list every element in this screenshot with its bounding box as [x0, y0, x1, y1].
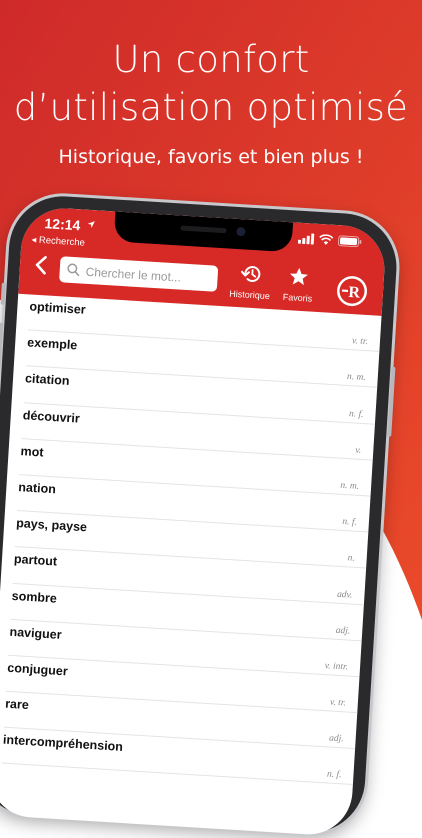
star-icon [288, 266, 309, 287]
search-input[interactable] [83, 261, 216, 291]
entry-part-of-speech: v. intr. [324, 661, 348, 672]
robert-logo-icon: R [338, 277, 366, 305]
promo-headline: Un confort d’utilisation optimisé [0, 36, 422, 132]
entry-word: rare [5, 697, 29, 712]
entry-word: citation [25, 372, 70, 389]
entry-word: nation [18, 480, 56, 496]
wifi-icon [319, 234, 334, 246]
back-button[interactable] [29, 250, 53, 279]
search-field[interactable] [59, 256, 218, 292]
logo-letter: R [348, 284, 361, 302]
favorites-button[interactable]: Favoris [274, 265, 322, 304]
entry-word: exemple [27, 336, 78, 353]
chevron-left-icon [34, 255, 47, 276]
entry-part-of-speech: v. tr. [330, 698, 347, 709]
history-button[interactable]: Historique [226, 262, 274, 301]
entry-part-of-speech: n. f. [349, 409, 364, 420]
entry-word: découvrir [22, 408, 80, 425]
entry-word: pays, payse [16, 516, 88, 534]
entry-part-of-speech: n. f. [327, 770, 342, 781]
search-icon [66, 263, 80, 277]
entry-part-of-speech: n. m. [347, 372, 366, 383]
entry-word: optimiser [29, 299, 86, 316]
entry-part-of-speech: v. [355, 445, 361, 455]
entry-word: intercompréhension [3, 733, 124, 754]
entry-word: mot [20, 444, 44, 459]
entry-part-of-speech: adj. [329, 734, 344, 745]
favorites-label: Favoris [274, 291, 321, 304]
entry-part-of-speech: adv. [337, 589, 353, 600]
phone-mockup: 12:14 ◂ Recherche [0, 193, 400, 836]
entry-part-of-speech: v. tr. [352, 336, 369, 347]
entry-part-of-speech: adj. [335, 625, 350, 636]
entry-word: sombre [11, 588, 57, 605]
signal-icon [298, 233, 315, 245]
back-to-app-link[interactable]: ◂ Recherche [31, 234, 85, 248]
status-icons [298, 233, 363, 248]
entry-word: partout [14, 552, 58, 569]
history-icon [239, 263, 262, 284]
headline-line-2: d’utilisation optimisé [0, 84, 422, 132]
phone-screen: 12:14 ◂ Recherche [0, 206, 387, 837]
entry-part-of-speech: n. [347, 554, 355, 564]
entry-word: naviguer [9, 625, 62, 642]
promo-subtitle: Historique, favoris et bien plus ! [0, 143, 422, 171]
battery-icon [338, 235, 363, 247]
entry-word: conjuguer [7, 661, 68, 679]
speaker-grille [180, 225, 226, 233]
entry-part-of-speech: n. f. [342, 517, 357, 528]
headline-line-1: Un confort [0, 36, 422, 84]
front-camera [236, 227, 246, 237]
status-time: 12:14 [44, 215, 81, 233]
history-label: Historique [226, 288, 273, 301]
robert-logo-button[interactable]: R [336, 275, 368, 307]
entry-part-of-speech: n. m. [340, 481, 359, 492]
word-list: optimiser v. tr. exemple n. m. citation n. f.… [0, 294, 382, 786]
location-arrow-icon [86, 220, 96, 230]
